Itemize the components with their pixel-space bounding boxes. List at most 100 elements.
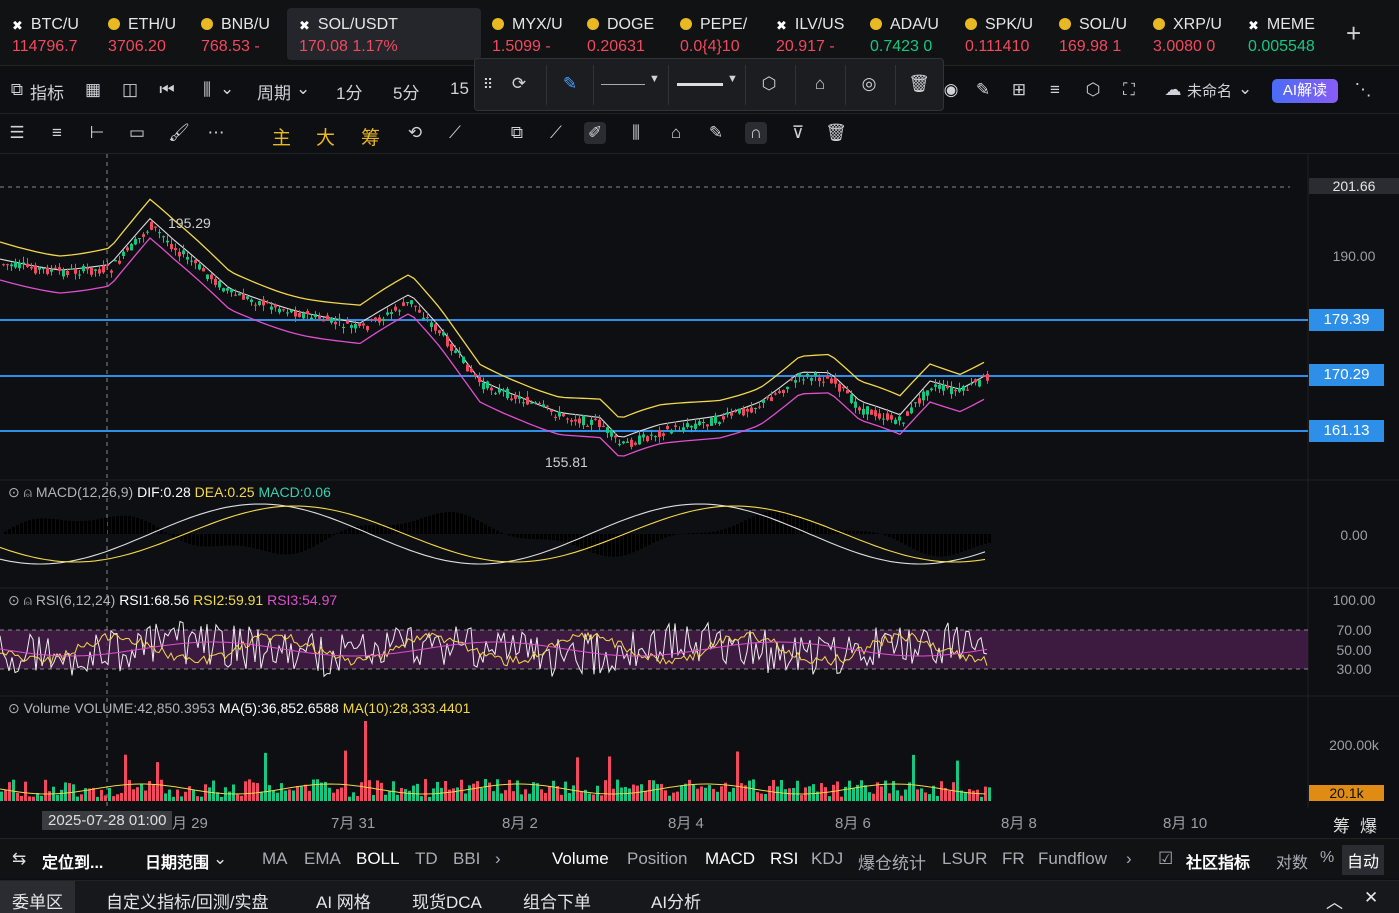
tab-ai-analysis[interactable]: AI分析 (651, 888, 701, 913)
ticker-tab[interactable]: SOL/U 169.98 1 (1047, 8, 1140, 60)
trash-icon[interactable]: 🗑 (908, 73, 930, 95)
collapse-icon[interactable]: ⊙ (8, 592, 20, 608)
candle-icon[interactable]: ⫼ (625, 122, 647, 144)
lock-icon[interactable]: ⌂ (809, 73, 831, 95)
calendar-icon[interactable]: ▦ (82, 79, 104, 101)
big-order-button[interactable]: 大 (316, 123, 335, 150)
rectangle-icon[interactable]: ▭ (126, 122, 148, 144)
chart-area[interactable]: 201.66 190.00 179.39 170.29 161.13 195.2… (0, 154, 1399, 838)
pencil-color-icon[interactable]: ✎ (559, 73, 581, 95)
add-alert-icon[interactable]: ⊞ (1008, 79, 1030, 101)
ruler-icon[interactable]: ⟋ (545, 122, 567, 144)
add-tab-button[interactable]: + (1346, 18, 1361, 49)
measure-icon[interactable]: ⟋ (444, 122, 466, 144)
lock-icon[interactable]: ⌂ (665, 122, 687, 144)
chevron-down-icon[interactable]: ⌄ (220, 79, 234, 99)
pen-icon[interactable]: ✎ (972, 79, 994, 101)
tab-combo-order[interactable]: 组合下单 (523, 888, 591, 913)
indicator-button[interactable]: 指标 (30, 79, 64, 104)
level-170-label[interactable]: 170.29 (1309, 364, 1384, 386)
tab-boll[interactable]: BOLL (356, 849, 399, 869)
horizontal-line-icon[interactable]: ⊢ (86, 122, 108, 144)
timeframe-15m[interactable]: 15 (450, 79, 469, 99)
tab-bbi[interactable]: BBI (453, 849, 480, 869)
tab-rsi[interactable]: RSI (770, 849, 798, 869)
edit-icon[interactable]: ✎ (705, 122, 727, 144)
chevron-down-icon[interactable]: ⌄ (213, 849, 227, 869)
collapse-icon[interactable]: ⊙ (8, 700, 20, 716)
chevron-right-icon[interactable]: › (495, 849, 501, 869)
alarm-icon[interactable]: ⍝ (24, 484, 32, 500)
level-161-label[interactable]: 161.13 (1309, 420, 1384, 442)
ticker-tab[interactable]: BNB/U 768.53 - (189, 8, 282, 60)
settings-icon[interactable]: ⬡ (758, 73, 780, 95)
tab-fr[interactable]: FR (1002, 849, 1025, 869)
tab-custom-indicator[interactable]: 自定义指标/回测/实盘 (106, 888, 268, 913)
ticker-tab[interactable]: SPK/U 0.111410 (953, 8, 1046, 60)
ticker-tab[interactable]: MYX/U 1.5099 - (480, 8, 573, 60)
fullscreen-icon[interactable]: ⛶ (1118, 79, 1140, 101)
copy-icon[interactable]: ⧉ (506, 122, 528, 144)
tab-position[interactable]: Position (627, 849, 687, 869)
tab-spot-dca[interactable]: 现货DCA (412, 888, 482, 913)
timeframe-1m[interactable]: 1分 (336, 79, 362, 104)
tab-volume[interactable]: Volume (552, 849, 609, 869)
list-icon[interactable]: ≡ (1044, 79, 1066, 101)
tab-liquidation[interactable]: 爆仓统计 (858, 849, 926, 874)
close-icon[interactable]: ✕ (1364, 888, 1378, 908)
delete-icon[interactable]: 🗑 (825, 122, 847, 144)
ticker-tab[interactable]: ADA/U 0.7423 0 (858, 8, 951, 60)
chevron-down-icon[interactable]: ▼ (727, 73, 738, 85)
ticker-tab[interactable]: XRP/U 3.0080 0 (1141, 8, 1234, 60)
layout-name-dropdown[interactable]: 未命名 (1187, 80, 1232, 101)
ai-interpret-button[interactable]: AI解读 (1272, 79, 1338, 103)
more-icon[interactable]: ⋯ (205, 122, 227, 144)
tab-lsur[interactable]: LSUR (942, 849, 987, 869)
chevron-down-icon[interactable]: ▼ (649, 73, 660, 85)
percent-scale-toggle[interactable]: % (1320, 849, 1334, 867)
timeframe-5m[interactable]: 5分 (393, 79, 419, 104)
chip-toggle[interactable]: 筹 (1333, 812, 1350, 837)
cloud-icon[interactable]: ☁ (1162, 79, 1184, 101)
chevron-down-icon[interactable]: ⌄ (296, 79, 310, 99)
lines-icon[interactable]: ≡ (46, 122, 68, 144)
tab-kdj[interactable]: KDJ (811, 849, 843, 869)
tab-macd[interactable]: MACD (705, 849, 755, 869)
layout-icon[interactable]: ◫ (119, 79, 141, 101)
chevron-right-icon[interactable]: › (1126, 849, 1132, 869)
tab-ma[interactable]: MA (262, 849, 288, 869)
tab-td[interactable]: TD (415, 849, 438, 869)
time-axis[interactable]: 2025-07-28 01:00 月 29 7月 31 8月 2 8月 4 8月… (0, 808, 1399, 838)
brush-icon[interactable]: 🖌 (168, 122, 190, 144)
filter-icon[interactable]: ⊽ (787, 122, 809, 144)
ticker-tab[interactable]: ✖ SOL/USDT 170.08 1.17% (287, 8, 481, 60)
eye-icon[interactable]: ◎ (858, 73, 880, 95)
date-range-dropdown[interactable]: 日期范围 (145, 849, 209, 873)
settings-icon[interactable]: ⬡ (1082, 79, 1104, 101)
drag-handle-icon[interactable]: ⠿ (477, 73, 499, 95)
link-icon[interactable]: ⟳ (508, 73, 530, 95)
locate-icon[interactable]: ⇆ (12, 849, 26, 869)
chip-dist-button[interactable]: 筹 (361, 123, 380, 150)
tab-fundflow[interactable]: Fundflow (1038, 849, 1107, 869)
alarm-icon[interactable]: ⍝ (24, 592, 32, 608)
tab-order-area[interactable]: 委单区 (0, 881, 75, 913)
candle-type-icon[interactable]: ⫼ (196, 79, 218, 101)
share-icon[interactable]: ⋱ (1352, 79, 1374, 101)
menu-icon[interactable]: ☰ (6, 122, 28, 144)
locate-button[interactable]: 定位到... (42, 849, 103, 873)
tab-ema[interactable]: EMA (304, 849, 341, 869)
community-indicators-button[interactable]: 社区指标 (1186, 849, 1250, 873)
ticker-tab[interactable]: ✖ ILV/US 20.917 - (764, 8, 857, 60)
tab-ai-grid[interactable]: AI 网格 (316, 888, 371, 913)
level-179-label[interactable]: 179.39 (1309, 309, 1384, 331)
auto-scale-toggle[interactable]: 自动 (1342, 845, 1385, 875)
line-width-select[interactable] (677, 83, 723, 86)
compare-icon[interactable]: ⟲ (404, 122, 426, 144)
ticker-tab[interactable]: ✖ BTC/U 114796.7 (0, 8, 93, 60)
edit-icon[interactable]: ☑ (1158, 849, 1173, 869)
log-scale-toggle[interactable]: 对数 (1276, 849, 1308, 873)
chart-icon[interactable]: ⧉ (6, 79, 28, 101)
chevron-down-icon[interactable]: ⌄ (1238, 79, 1252, 99)
line-style-select[interactable] (601, 84, 645, 85)
